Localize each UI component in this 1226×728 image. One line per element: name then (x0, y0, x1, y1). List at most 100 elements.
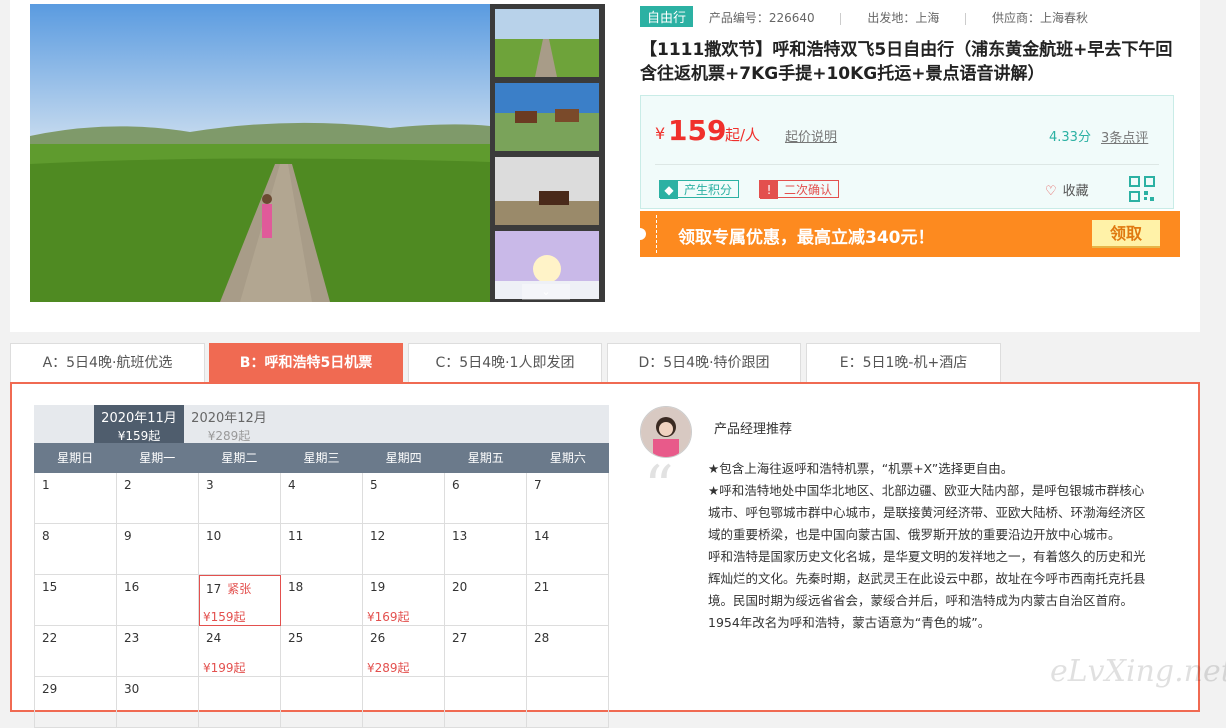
thumbnail-horses[interactable] (495, 83, 599, 151)
calendar-day-cell: 4 (281, 473, 363, 524)
calendar-day-cell: 22 (35, 626, 117, 677)
calendar-day-cell: 8 (35, 524, 117, 575)
thumbnail-boardwalk[interactable] (495, 9, 599, 77)
day-price: ¥169起 (367, 610, 410, 624)
day-number: 28 (534, 631, 550, 645)
day-number: 12 (370, 529, 386, 543)
calendar-day-cell[interactable]: 17 紧张 ¥159起 (199, 575, 281, 626)
day-number: 21 (534, 580, 550, 594)
calendar-day-cell: 14 (527, 524, 609, 575)
day-number: 26 (370, 631, 386, 645)
month-tab-nov[interactable]: 2020年11月 ¥159起 (94, 405, 184, 443)
day-number: 10 (206, 529, 222, 543)
month-tab-dec[interactable]: 2020年12月 ¥289起 (184, 405, 274, 443)
day-number: 4 (288, 478, 296, 492)
price-currency: ¥ (655, 124, 666, 143)
recommend-text: ★包含上海往返呼和浩特机票，“机票+X”选择更自由。 ★呼和浩特地处中国华北地区… (708, 458, 1148, 634)
day-price: ¥199起 (203, 661, 246, 675)
day-number: 7 (534, 478, 542, 492)
calendar-day-cell: 9 (117, 524, 199, 575)
tab-package-e[interactable]: E：5日1晚-机+酒店 (806, 343, 1001, 382)
package-detail-panel: 2020年11月 ¥159起 2020年12月 ¥289起 星期日 星期一 星期… (10, 382, 1200, 728)
reviews-link[interactable]: 3条点评 (1101, 127, 1148, 146)
day-number: 2 (124, 478, 132, 492)
weekday-label: 星期六 (549, 451, 586, 465)
day-price: ¥159起 (203, 610, 246, 624)
calendar-day-cell: 30 (117, 677, 199, 728)
calendar-day-cell[interactable]: 19 ¥169起 (363, 575, 445, 626)
favorite-button[interactable]: ♡ 收藏 (1045, 180, 1089, 199)
calendar-day-cell: 21 (527, 575, 609, 626)
month-selector: 2020年11月 ¥159起 2020年12月 ¥289起 (34, 405, 609, 443)
qr-code-icon[interactable] (1129, 176, 1155, 202)
calendar-empty-cell (445, 677, 527, 728)
calendar-day-cell: 13 (445, 524, 527, 575)
weekday-label: 星期四 (385, 451, 422, 465)
calendar-week-row: 8 9 10 11 12 13 14 (35, 524, 609, 575)
day-number: 11 (288, 529, 304, 543)
calendar-day-cell[interactable]: 26 ¥289起 (363, 626, 445, 677)
product-manager-avatar (640, 406, 692, 458)
photo-thumbnail-strip: ⌄ (490, 4, 605, 302)
calendar-day-cell[interactable]: 24 ¥199起 (199, 626, 281, 677)
weekday-label: 星期五 (467, 451, 504, 465)
claim-coupon-button[interactable]: 领取 (1092, 220, 1160, 248)
promo-text: 领取专属优惠，最高立减340元！ (678, 228, 935, 248)
confirm-badge-label: 二次确认 (784, 183, 833, 197)
day-number: 5 (370, 478, 378, 492)
price-explain-link[interactable]: 起价说明 (785, 126, 837, 145)
day-number: 20 (452, 580, 468, 594)
meta-divider (965, 12, 967, 25)
calendar-day-cell: 28 (527, 626, 609, 677)
calendar-day-cell: 2 (117, 473, 199, 524)
day-number: 8 (42, 529, 50, 543)
site-watermark: eLvXing.net (1050, 654, 1226, 689)
thumbnail-snow-horses[interactable] (495, 157, 599, 225)
tab-package-d[interactable]: D：5日4晚·特价跟团 (607, 343, 801, 382)
weekday-label: 星期一 (139, 451, 176, 465)
supplier: 供应商：上海春秋 (991, 11, 1088, 25)
calendar-day-cell: 20 (445, 575, 527, 626)
calendar-week-row: 1 2 3 4 5 6 7 (35, 473, 609, 524)
recommend-paragraph: 呼和浩特是国家历史文化名城，是华夏文明的发祥地之一，有着悠久的历史和光辉灿烂的文… (708, 549, 1146, 630)
calendar-day-cell: 25 (281, 626, 363, 677)
exclamation-icon: ! (760, 181, 778, 199)
calendar-week-row: 22 23 24 ¥199起 25 26 ¥289起 27 28 (35, 626, 609, 677)
month-label: 2020年12月 (191, 411, 267, 426)
day-number: 22 (42, 631, 58, 645)
day-number: 29 (42, 682, 58, 696)
day-number: 24 (206, 631, 222, 645)
day-number: 18 (288, 580, 304, 594)
price-divider (655, 164, 1159, 165)
calendar-day-cell: 5 (363, 473, 445, 524)
promo-notch (634, 228, 646, 240)
main-photo-grassland[interactable] (30, 4, 490, 302)
recommend-paragraph: ★呼和浩特地处中国华北地区、北部边疆、欧亚大陆内部，是呼包银城市群核心城市、呼包… (708, 483, 1146, 542)
heart-icon: ♡ (1045, 184, 1057, 199)
day-number: 1 (42, 478, 50, 492)
day-number: 6 (452, 478, 460, 492)
points-badge[interactable]: ◆ 产生积分 (659, 180, 740, 199)
calendar-day-cell: 23 (117, 626, 199, 677)
tab-package-b[interactable]: B：呼和浩特5日机票 (209, 343, 403, 382)
day-number: 25 (288, 631, 304, 645)
chevron-down-icon[interactable]: ⌄ (522, 284, 570, 300)
coupon-promo-bar: 领取专属优惠，最高立减340元！ 领取 (634, 211, 1180, 257)
tab-package-a[interactable]: A：5日4晚·航班优选 (10, 343, 205, 382)
month-price: ¥289起 (207, 429, 251, 443)
price-box: ¥ 159 起/人 起价说明 4.33分 3条点评 ◆ 产生积分 ! 二次确认 ♡ 收… (640, 95, 1174, 209)
month-label: 2020年11月 (101, 411, 177, 426)
product-type-tag: 自由行 (640, 6, 694, 27)
day-price: ¥289起 (367, 661, 410, 675)
day-number: 14 (534, 529, 550, 543)
availability-tag: 紧张 (227, 582, 252, 596)
calendar-empty-cell (527, 677, 609, 728)
calendar-day-cell: 11 (281, 524, 363, 575)
calendar-day-cell: 29 (35, 677, 117, 728)
tab-package-c[interactable]: C：5日4晚·1人即发团 (408, 343, 602, 382)
price-amount: 159 (668, 114, 727, 147)
meta-divider (840, 12, 842, 25)
calendar-day-cell: 16 (117, 575, 199, 626)
calendar-day-cell: 27 (445, 626, 527, 677)
confirm-badge[interactable]: ! 二次确认 (759, 180, 840, 199)
